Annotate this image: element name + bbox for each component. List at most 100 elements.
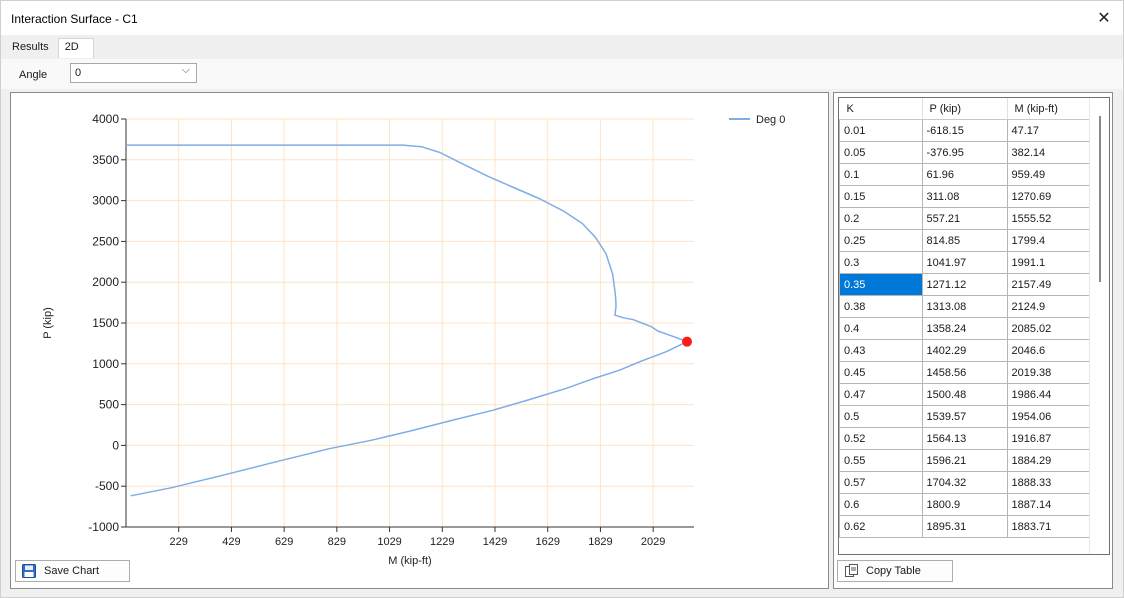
cell-p[interactable]: 1500.48: [921, 383, 1008, 406]
cell-p[interactable]: 1564.13: [921, 427, 1008, 450]
table-row[interactable]: 0.3 1041.97 1991.1: [839, 251, 1097, 274]
cell-k[interactable]: 0.05: [839, 141, 923, 164]
save-chart-button[interactable]: Save Chart: [15, 560, 130, 582]
cell-p[interactable]: -376.95: [921, 141, 1008, 164]
cell-p[interactable]: 557.21: [921, 207, 1008, 230]
cell-k[interactable]: 0.45: [839, 361, 923, 384]
cell-p[interactable]: 1539.57: [921, 405, 1008, 428]
cell-m[interactable]: 2124.9: [1006, 295, 1097, 318]
cell-p[interactable]: 1402.29: [921, 339, 1008, 362]
cell-p[interactable]: -618.15: [921, 119, 1008, 142]
cell-k[interactable]: 0.5: [839, 405, 923, 428]
table-row[interactable]: 0.47 1500.48 1986.44: [839, 383, 1097, 406]
cell-k[interactable]: 0.01: [839, 119, 923, 142]
cell-m[interactable]: 2019.38: [1006, 361, 1097, 384]
cell-k[interactable]: 0.57: [839, 471, 923, 494]
cell-k[interactable]: 0.4: [839, 317, 923, 340]
cell-p[interactable]: 1800.9: [921, 493, 1008, 516]
cell-p[interactable]: 1895.31: [921, 515, 1008, 538]
cell-p[interactable]: 1313.08: [921, 295, 1008, 318]
column-header-k[interactable]: K: [839, 98, 923, 120]
table-row[interactable]: 0.01 -618.15 47.17: [839, 119, 1097, 142]
table-row[interactable]: 0.4 1358.24 2085.02: [839, 317, 1097, 340]
cell-k[interactable]: 0.25: [839, 229, 923, 252]
vertical-scrollbar[interactable]: [1089, 98, 1109, 554]
column-header-m[interactable]: M (kip-ft): [1007, 98, 1097, 120]
cell-k[interactable]: 0.38: [839, 295, 923, 318]
y-tick-label: 500: [99, 398, 119, 412]
table-row[interactable]: 0.62 1895.31 1883.71: [839, 515, 1097, 538]
cell-p[interactable]: 1041.97: [921, 251, 1008, 274]
cell-m[interactable]: 959.49: [1006, 163, 1097, 186]
cell-m[interactable]: 1986.44: [1006, 383, 1097, 406]
close-button[interactable]: ✕: [1093, 7, 1115, 29]
cell-k[interactable]: 0.62: [839, 515, 923, 538]
cell-p[interactable]: 814.85: [921, 229, 1008, 252]
table-row[interactable]: 0.57 1704.32 1888.33: [839, 471, 1097, 494]
table-row[interactable]: 0.1 61.96 959.49: [839, 163, 1097, 186]
cell-m[interactable]: 2085.02: [1006, 317, 1097, 340]
cell-m[interactable]: 1991.1: [1006, 251, 1097, 274]
cell-p[interactable]: 311.08: [921, 185, 1008, 208]
cell-m[interactable]: 1884.29: [1006, 449, 1097, 472]
cell-m[interactable]: 1270.69: [1006, 185, 1097, 208]
angle-value: 0: [75, 67, 82, 79]
table-row[interactable]: 0.15 311.08 1270.69: [839, 185, 1097, 208]
cell-k[interactable]: 0.47: [839, 383, 923, 406]
cell-k[interactable]: 0.2: [839, 207, 923, 230]
cell-p[interactable]: 61.96: [921, 163, 1008, 186]
x-axis-title: M (kip-ft): [388, 555, 431, 567]
cell-m[interactable]: 1888.33: [1006, 471, 1097, 494]
table-row[interactable]: 0.05 -376.95 382.14: [839, 141, 1097, 164]
column-header-p[interactable]: P (kip): [922, 98, 1008, 120]
table-row[interactable]: 0.35 1271.12 2157.49: [839, 273, 1097, 296]
table-row[interactable]: 0.38 1313.08 2124.9: [839, 295, 1097, 318]
cell-k[interactable]: 0.55: [839, 449, 923, 472]
cell-k[interactable]: 0.1: [839, 163, 923, 186]
angle-dropdown[interactable]: 0 ⌵: [70, 63, 197, 83]
selected-point-marker[interactable]: [682, 336, 693, 347]
cell-p[interactable]: 1271.12: [921, 273, 1008, 296]
copy-table-button[interactable]: Copy Table: [837, 560, 953, 582]
table-row[interactable]: 0.5 1539.57 1954.06: [839, 405, 1097, 428]
save-chart-label: Save Chart: [44, 565, 100, 577]
cell-m[interactable]: 382.14: [1006, 141, 1097, 164]
tab-results[interactable]: Results: [5, 38, 56, 58]
y-tick-label: 3000: [92, 194, 119, 208]
results-grid[interactable]: K P (kip) M (kip-ft) 0.01 -618.15 47.17 0.0…: [838, 97, 1110, 555]
x-tick-label: 1029: [377, 536, 401, 548]
scrollbar-thumb[interactable]: [1099, 116, 1101, 282]
cell-m[interactable]: 1555.52: [1006, 207, 1097, 230]
cell-m[interactable]: 1916.87: [1006, 427, 1097, 450]
cell-m[interactable]: 1954.06: [1006, 405, 1097, 428]
table-row[interactable]: 0.45 1458.56 2019.38: [839, 361, 1097, 384]
y-tick-label: 2500: [92, 234, 119, 248]
cell-m[interactable]: 2157.49: [1006, 273, 1097, 296]
cell-p[interactable]: 1596.21: [921, 449, 1008, 472]
table-row[interactable]: 0.6 1800.9 1887.14: [839, 493, 1097, 516]
cell-p[interactable]: 1358.24: [921, 317, 1008, 340]
cell-k[interactable]: 0.43: [839, 339, 923, 362]
table-row[interactable]: 0.43 1402.29 2046.6: [839, 339, 1097, 362]
series-line-deg-0: [126, 144, 688, 497]
x-tick-label: 629: [275, 536, 293, 548]
table-row[interactable]: 0.52 1564.13 1916.87: [839, 427, 1097, 450]
cell-m[interactable]: 2046.6: [1006, 339, 1097, 362]
cell-m[interactable]: 47.17: [1006, 119, 1097, 142]
cell-p[interactable]: 1704.32: [921, 471, 1008, 494]
x-tick-label: 1429: [483, 536, 507, 548]
y-tick-label: 3500: [92, 153, 119, 167]
cell-k[interactable]: 0.52: [839, 427, 923, 450]
tab-2d[interactable]: 2D: [57, 38, 94, 58]
cell-k[interactable]: 0.3: [839, 251, 923, 274]
cell-m[interactable]: 1799.4: [1006, 229, 1097, 252]
cell-k[interactable]: 0.15: [839, 185, 923, 208]
table-row[interactable]: 0.55 1596.21 1884.29: [839, 449, 1097, 472]
table-row[interactable]: 0.2 557.21 1555.52: [839, 207, 1097, 230]
cell-k[interactable]: 0.35: [839, 273, 923, 296]
cell-k[interactable]: 0.6: [839, 493, 923, 516]
table-row[interactable]: 0.25 814.85 1799.4: [839, 229, 1097, 252]
cell-p[interactable]: 1458.56: [921, 361, 1008, 384]
cell-m[interactable]: 1883.71: [1006, 515, 1097, 538]
cell-m[interactable]: 1887.14: [1006, 493, 1097, 516]
